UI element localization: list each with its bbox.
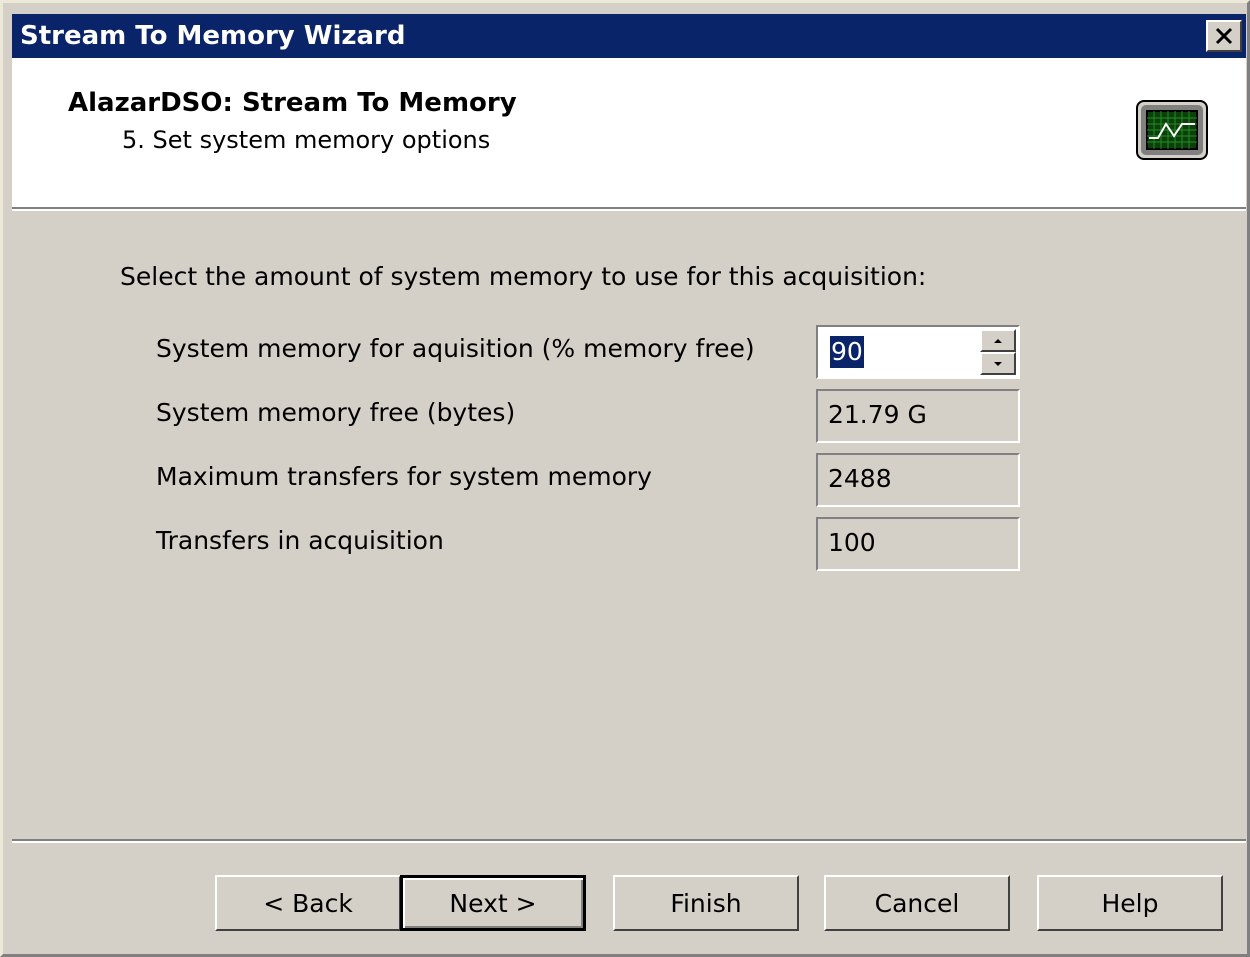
close-button[interactable] (1206, 20, 1242, 52)
header-divider-highlight (12, 209, 1246, 211)
footer-divider-highlight (12, 841, 1246, 843)
arrow-up-icon (994, 338, 1002, 343)
transfers-value: 100 (828, 528, 876, 557)
memory-percent-spinbox[interactable]: 90 (816, 325, 1020, 379)
finish-button[interactable]: Finish (613, 875, 799, 931)
back-button[interactable]: < Back (215, 875, 401, 931)
cancel-button[interactable]: Cancel (824, 875, 1010, 931)
header-subtitle: 5. Set system memory options (122, 126, 491, 154)
memory-percent-value: 90 (830, 336, 864, 368)
help-button[interactable]: Help (1037, 875, 1223, 931)
header-title: AlazarDSO: Stream To Memory (68, 88, 517, 118)
memory-free-field: 21.79 G (816, 389, 1020, 443)
max-transfers-field: 2488 (816, 453, 1020, 507)
spin-down-button[interactable] (980, 352, 1016, 375)
transfers-field: 100 (816, 517, 1020, 571)
spin-up-button[interactable] (980, 329, 1016, 352)
arrow-down-icon (994, 361, 1002, 366)
max-transfers-label: Maximum transfers for system memory (156, 462, 652, 491)
close-icon (1215, 27, 1233, 45)
transfers-label: Transfers in acquisition (156, 526, 444, 555)
next-button[interactable]: Next > (400, 875, 586, 931)
instruction-text: Select the amount of system memory to us… (120, 262, 927, 291)
memory-free-value: 21.79 G (828, 400, 927, 429)
spin-buttons (980, 329, 1016, 375)
memory-free-label: System memory free (bytes) (156, 398, 516, 427)
window-title: Stream To Memory Wizard (20, 21, 406, 51)
wizard-header: AlazarDSO: Stream To Memory 5. Set syste… (12, 58, 1246, 208)
oscilloscope-icon (1136, 100, 1208, 160)
title-bar: Stream To Memory Wizard (12, 14, 1246, 58)
memory-percent-label: System memory for aquisition (% memory f… (156, 334, 755, 363)
max-transfers-value: 2488 (828, 464, 892, 493)
